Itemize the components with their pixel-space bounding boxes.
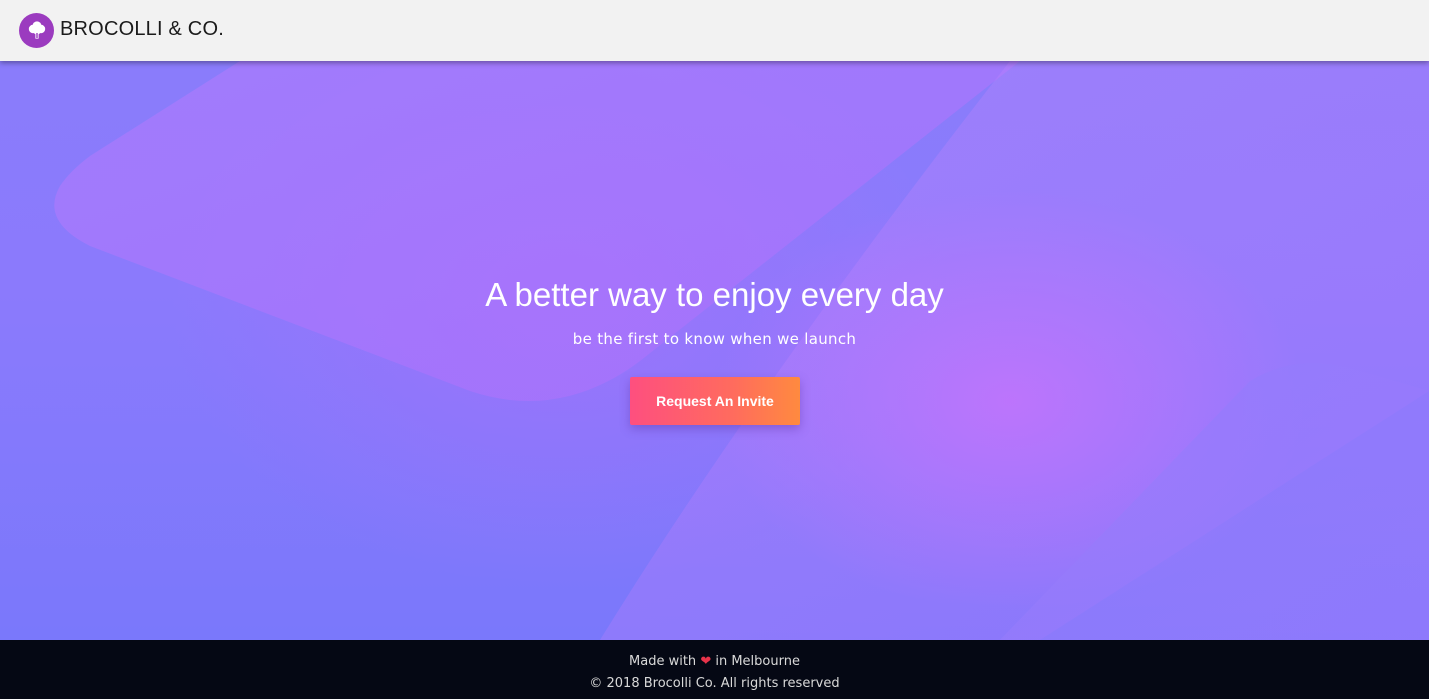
hero-subtitle: be the first to know when we launch bbox=[572, 330, 857, 348]
brand-name[interactable]: BROCOLLI & CO. bbox=[60, 17, 224, 41]
made-with-line: Made with ❤ in Melbourne bbox=[0, 653, 1429, 670]
hero-background-shapes bbox=[54, 61, 1429, 640]
site-header: BROCOLLI & CO. bbox=[0, 0, 1429, 61]
broccoli-icon-glyph bbox=[28, 20, 45, 39]
heart-icon: ❤ bbox=[700, 654, 712, 669]
broccoli-icon[interactable] bbox=[19, 13, 54, 48]
copyright-text: © 2018 Brocolli Co. All rights reserved bbox=[589, 676, 840, 691]
site-footer: Made with ❤ in Melbourne © 2018 Brocolli… bbox=[0, 640, 1429, 699]
hero-section: A better way to enjoy every day be the f… bbox=[0, 61, 1429, 640]
hero-title: A better way to enjoy every day bbox=[485, 276, 944, 313]
made-with-prefix: Made with bbox=[629, 654, 697, 669]
request-invite-button[interactable]: Request An Invite bbox=[630, 377, 800, 425]
made-with-suffix: in Melbourne bbox=[715, 654, 800, 669]
